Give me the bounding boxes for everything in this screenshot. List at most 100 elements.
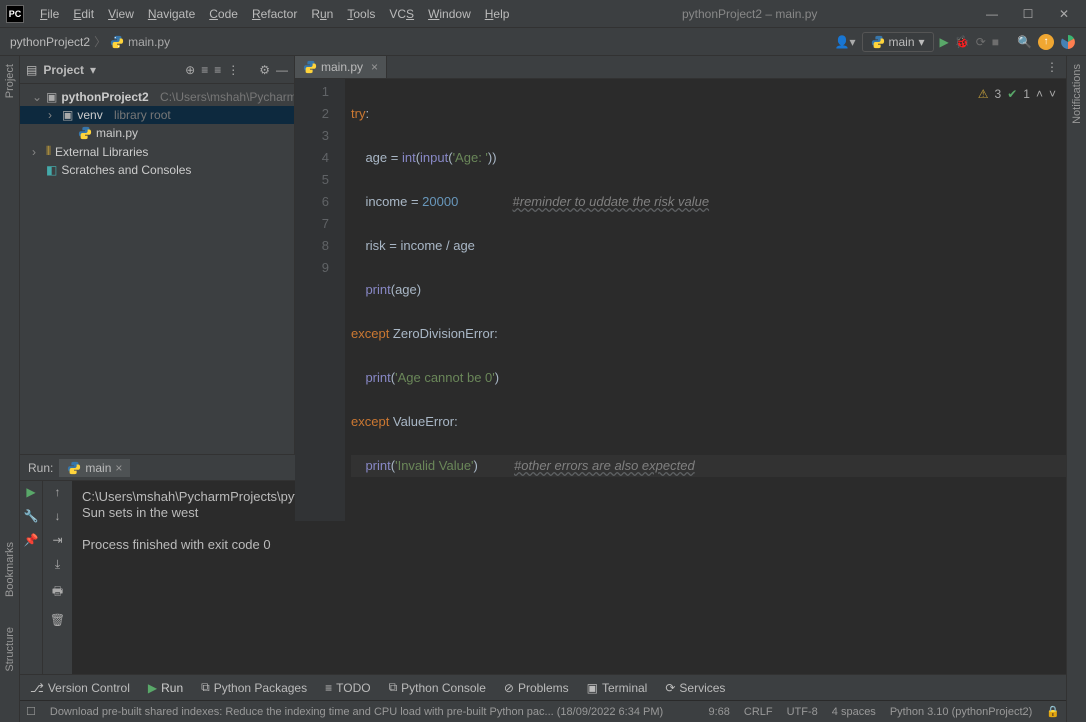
tree-mainpy[interactable]: main.py [96, 126, 138, 140]
stop-button[interactable]: ■ [992, 35, 999, 49]
coverage-button[interactable]: ⟳ [976, 35, 986, 49]
menu-vcs[interactable]: VCS [383, 5, 420, 23]
rerun-icon[interactable]: ▶ [26, 485, 35, 499]
bc-project[interactable]: pythonProject2 [10, 35, 90, 49]
code-body[interactable]: try: age = int(input('Age: ')) income = … [345, 79, 1066, 521]
ide-services-icon[interactable] [1060, 34, 1076, 50]
side-structure[interactable]: Structure [4, 627, 16, 672]
btn-pyconsole[interactable]: ⧉Python Console [389, 680, 486, 695]
bc-file[interactable]: main.py [128, 35, 170, 49]
gear-icon[interactable]: ⚙ [259, 63, 270, 77]
tree-extlib[interactable]: External Libraries [55, 145, 148, 159]
t: : [494, 326, 498, 341]
wrench-icon[interactable]: 🔧 [24, 509, 39, 523]
close-icon[interactable]: × [115, 461, 122, 475]
btn-terminal[interactable]: ▣Terminal [587, 681, 648, 695]
t: ) [495, 370, 499, 385]
run-config-select[interactable]: main ▾ [862, 32, 934, 52]
wrap-icon[interactable]: ⇥ [52, 533, 62, 547]
problems-icon: ⊘ [504, 681, 514, 695]
close-button[interactable]: ✕ [1056, 7, 1072, 21]
t: 'Age: ' [453, 150, 488, 165]
btn-vcs[interactable]: ⎇Version Control [30, 681, 130, 695]
check-icon: ✔ [1007, 83, 1017, 105]
tree-venv[interactable]: venv [77, 108, 102, 122]
chevron-down-icon[interactable]: ▾ [90, 63, 96, 77]
lock-icon[interactable]: 🔒 [1046, 705, 1060, 718]
project-tree[interactable]: ⌄▣pythonProject2 C:\Users\mshah\Pycharm … [20, 84, 294, 454]
project-title: Project [43, 63, 84, 77]
side-notifications[interactable]: Notifications [1071, 64, 1083, 124]
debug-button[interactable]: 🐞 [955, 35, 970, 49]
run-tab[interactable]: main × [59, 459, 130, 477]
btn-run[interactable]: ▶Run [148, 681, 183, 695]
run-tab-label: main [85, 461, 111, 475]
locate-icon[interactable]: ⊕ [185, 63, 195, 77]
ln: 8 [295, 235, 329, 257]
lbl: Python Console [401, 681, 486, 695]
pin-icon[interactable]: 📌 [24, 533, 39, 547]
menu-tools[interactable]: Tools [341, 5, 381, 23]
indent[interactable]: 4 spaces [832, 706, 876, 718]
run-button[interactable]: ▶ [940, 35, 949, 49]
update-icon[interactable]: ↑ [1038, 34, 1054, 50]
hide-icon[interactable]: — [276, 63, 288, 77]
tree-scratch[interactable]: Scratches and Consoles [61, 163, 191, 177]
code-editor[interactable]: ⚠3 ✔1 ˄˅ 1 2 3 4 5 6 7 8 9 [295, 79, 1066, 521]
tabs-menu-icon[interactable]: ⋮ [1046, 60, 1058, 74]
down-icon[interactable]: ˅ [1049, 83, 1056, 105]
print-icon[interactable]: 🖶 [52, 582, 63, 603]
menu-edit[interactable]: Edit [67, 5, 100, 23]
btn-services[interactable]: ⟳Services [665, 681, 725, 695]
t: 'Age cannot be 0' [395, 370, 495, 385]
encoding[interactable]: UTF-8 [787, 706, 818, 718]
package-icon: ⧉ [201, 680, 210, 695]
down-arrow-icon[interactable]: ↓ [55, 509, 61, 523]
search-icon[interactable]: 🔍 [1017, 35, 1032, 49]
up-arrow-icon[interactable]: ↑ [55, 485, 61, 499]
expand-icon[interactable]: ≡ [201, 63, 208, 77]
trash-icon[interactable]: 🗑 [50, 613, 65, 627]
interpreter[interactable]: Python 3.10 (pythonProject2) [890, 706, 1032, 718]
t: input [420, 150, 448, 165]
menu-window[interactable]: Window [422, 5, 477, 23]
lbl: TODO [336, 681, 370, 695]
warning-count: 3 [995, 83, 1002, 105]
editor-tab[interactable]: main.py × [295, 56, 387, 78]
ln: 1 [295, 81, 329, 103]
btn-todo[interactable]: ≡TODO [325, 681, 370, 695]
maximize-button[interactable]: ☐ [1020, 7, 1036, 21]
ln: 4 [295, 147, 329, 169]
caret-pos[interactable]: 9:68 [708, 706, 729, 718]
t: income = [351, 194, 422, 209]
tree-root[interactable]: pythonProject2 [61, 90, 148, 104]
menu-run[interactable]: Run [305, 5, 339, 23]
tab-label: main.py [321, 60, 363, 74]
minimize-button[interactable]: — [984, 7, 1000, 21]
python-icon [67, 461, 81, 475]
options-icon[interactable]: ⋮ [227, 63, 239, 77]
status-message[interactable]: Download pre-built shared indexes: Reduc… [50, 706, 695, 718]
menu-file[interactable]: File [34, 5, 65, 23]
side-project[interactable]: Project [4, 64, 16, 98]
menu-view[interactable]: View [102, 5, 140, 23]
menu-refactor[interactable]: Refactor [246, 5, 303, 23]
menu-navigate[interactable]: Navigate [142, 5, 201, 23]
btn-pkg[interactable]: ⧉Python Packages [201, 680, 307, 695]
scroll-icon[interactable]: ⤓ [55, 557, 60, 572]
btn-problems[interactable]: ⊘Problems [504, 681, 569, 695]
close-tab-icon[interactable]: × [371, 60, 378, 74]
line-gutter[interactable]: 1 2 3 4 5 6 7 8 9 [295, 79, 335, 521]
editor-area: main.py × ⋮ ⚠3 ✔1 ˄˅ 1 2 3 4 [295, 56, 1066, 454]
side-bookmarks[interactable]: Bookmarks [4, 542, 16, 597]
t: print [365, 458, 390, 473]
inspection-widget[interactable]: ⚠3 ✔1 ˄˅ [978, 83, 1056, 105]
collapse-icon[interactable]: ≡ [214, 63, 221, 77]
line-ending[interactable]: CRLF [744, 706, 773, 718]
menu-code[interactable]: Code [203, 5, 244, 23]
up-icon[interactable]: ˄ [1036, 83, 1043, 105]
menu-help[interactable]: Help [479, 5, 516, 23]
status-icon[interactable]: ☐ [26, 705, 36, 718]
add-user-icon[interactable]: 👤▾ [835, 35, 856, 49]
t: print [365, 282, 390, 297]
